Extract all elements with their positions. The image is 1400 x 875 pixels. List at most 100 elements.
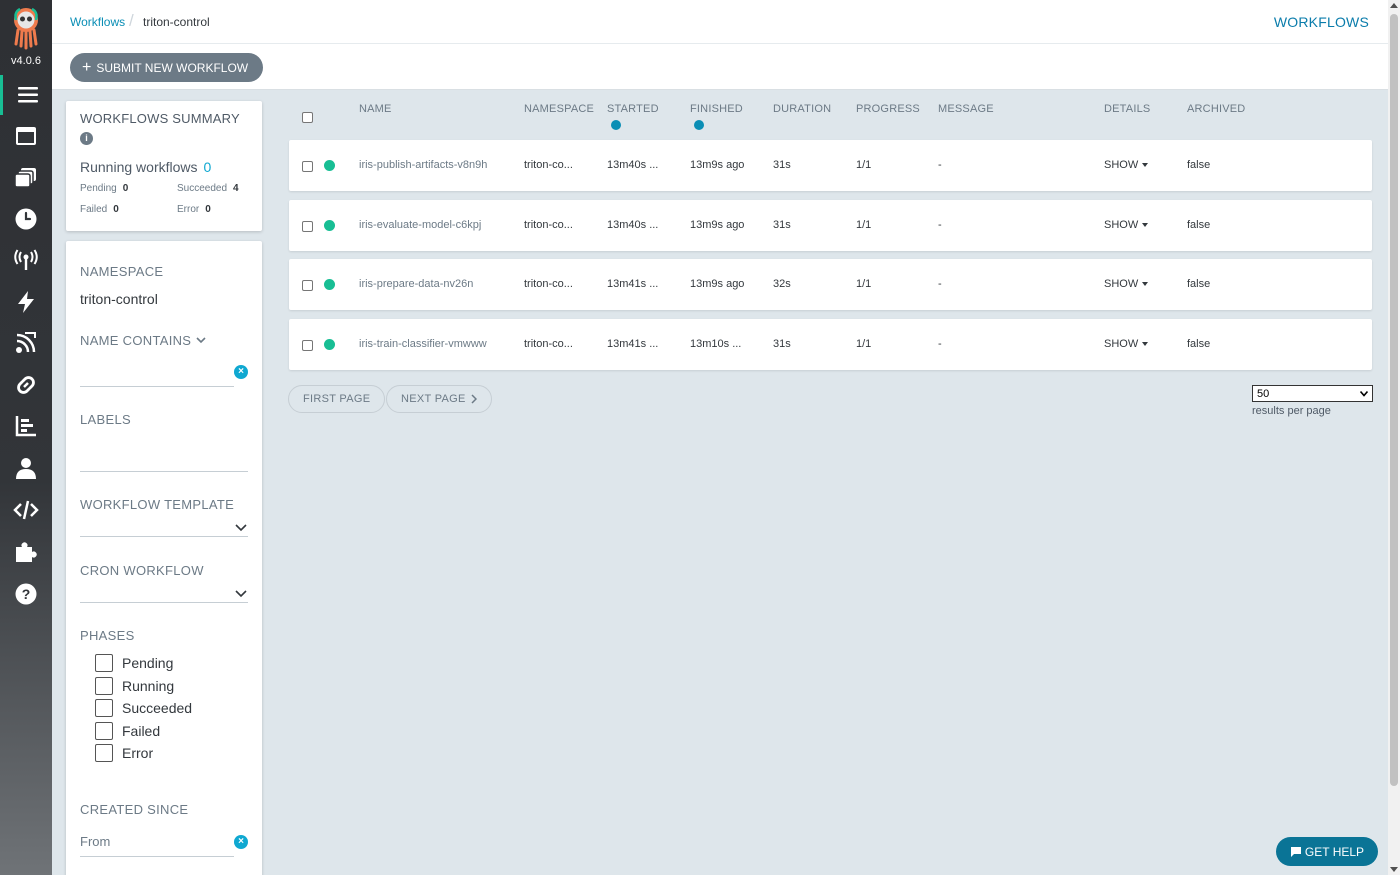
namespace-value[interactable]: triton-control [80,291,158,307]
workflow-progress: 1/1 [856,159,872,171]
workflow-name[interactable]: iris-publish-artifacts-v8n9h [359,159,487,171]
scrollbar[interactable] [1388,0,1400,875]
workflow-name[interactable]: iris-train-classifier-vmwww [359,338,487,350]
running-workflows: Running workflows 0 [80,159,211,175]
table-row[interactable]: iris-train-classifier-vmwww triton-co...… [289,319,1372,370]
nav-api-docs[interactable] [0,490,52,530]
workflow-name[interactable]: iris-evaluate-model-c6kpj [359,219,481,231]
workflow-finished: 13m9s ago [690,219,745,231]
column-header-progress[interactable]: PROGRESS [856,103,920,115]
phase-checkbox-succeeded[interactable]: Succeeded [95,699,192,717]
breadcrumb-workflows-link[interactable]: Workflows [70,15,125,29]
workflow-message: - [938,278,942,290]
scroll-down-arrow-icon[interactable] [1390,867,1398,872]
nav-reports[interactable] [0,406,52,446]
row-checkbox[interactable] [302,280,313,291]
column-header-finished[interactable]: FINISHED [690,103,743,115]
workflow-message: - [938,159,942,171]
side-nav: v4.0.6 ? [0,0,52,875]
info-icon[interactable]: i [80,132,93,145]
nav-cron-workflows[interactable] [0,199,52,239]
clock-icon[interactable] [611,120,621,130]
column-header-started[interactable]: STARTED [607,103,659,115]
nav-workflow-templates[interactable] [0,116,52,156]
first-page-button[interactable]: FIRST PAGE [288,385,386,413]
workflow-duration: 31s [773,338,791,350]
row-checkbox[interactable] [302,221,313,232]
show-details-toggle[interactable]: SHOW [1104,159,1149,171]
nav-cluster-templates[interactable] [0,158,52,198]
select-all-checkbox[interactable] [302,112,313,123]
workflow-templates-icon [16,127,36,145]
toolbar: + SUBMIT NEW WORKFLOW [52,44,1388,90]
caret-down-icon [1142,223,1149,227]
phase-checkbox-failed[interactable]: Failed [95,722,160,740]
labels-input[interactable] [80,448,248,472]
phase-checkbox-error[interactable]: Error [95,744,153,762]
row-checkbox[interactable] [302,161,313,172]
workflow-namespace: triton-co... [524,159,573,171]
nav-workflows[interactable] [0,75,52,115]
workflows-icon [17,87,38,103]
nav-event-flow[interactable] [0,323,52,363]
clear-name-icon[interactable]: × [234,365,248,379]
clock-icon[interactable] [694,120,704,130]
caret-down-icon [1142,282,1149,286]
show-details-toggle[interactable]: SHOW [1104,278,1149,290]
breadcrumb-current: triton-control [143,15,210,29]
next-page-label: NEXT PAGE [401,393,466,405]
filters-panel: NAMESPACE triton-control NAME CONTAINS ×… [66,241,262,875]
app-version: v4.0.6 [11,55,41,67]
argo-logo-icon[interactable] [10,6,42,52]
cron-workflow-select[interactable] [80,579,248,603]
chat-icon [1290,846,1301,857]
next-page-button[interactable]: NEXT PAGE [386,385,492,413]
table-row[interactable]: iris-prepare-data-nv26n triton-co... 13m… [289,259,1372,310]
phase-label: Succeeded [122,700,193,716]
phase-checkbox-pending[interactable]: Pending [95,654,173,672]
chevron-down-icon[interactable] [235,524,247,532]
table-row[interactable]: iris-evaluate-model-c6kpj triton-co... 1… [289,200,1372,251]
nav-sensors[interactable] [0,282,52,322]
column-header-duration[interactable]: DURATION [773,103,831,115]
name-contains-input[interactable] [80,363,234,387]
nav-help[interactable]: ? [0,574,52,614]
phases-label: PHASES [80,628,135,643]
phase-checkbox-running[interactable]: Running [95,677,174,695]
labels-label: LABELS [80,412,131,427]
column-header-message[interactable]: MESSAGE [938,103,994,115]
checkbox[interactable] [95,677,113,695]
pending-label: Pending [80,183,117,194]
chevron-down-icon[interactable] [235,590,247,598]
name-contains-text: NAME CONTAINS [80,333,192,348]
scroll-up-arrow-icon[interactable] [1390,3,1398,8]
workflow-duration: 32s [773,278,791,290]
results-per-page-select[interactable]: 50 [1252,385,1373,402]
column-header-name[interactable]: NAME [359,103,392,115]
checkbox[interactable] [95,654,113,672]
table-row[interactable]: iris-publish-artifacts-v8n9h triton-co..… [289,140,1372,191]
workflow-template-select[interactable] [80,513,248,537]
nav-event-sources[interactable] [0,240,52,280]
from-date-underline[interactable] [80,833,234,857]
nav-archived-workflows[interactable] [0,365,52,405]
show-details-toggle[interactable]: SHOW [1104,219,1149,231]
checkbox[interactable] [95,722,113,740]
reports-icon [15,416,36,437]
workflow-name[interactable]: iris-prepare-data-nv26n [359,278,473,290]
submit-new-workflow-button[interactable]: + SUBMIT NEW WORKFLOW [70,53,264,82]
nav-user[interactable] [0,448,52,488]
column-header-namespace[interactable]: NAMESPACE [524,103,594,115]
checkbox[interactable] [95,699,113,717]
nav-plugins[interactable] [0,532,52,572]
get-help-button[interactable]: GET HELP [1276,837,1378,866]
caret-down-icon [1142,163,1149,167]
show-details-toggle[interactable]: SHOW [1104,338,1149,350]
success-status-icon [324,220,335,231]
checkbox[interactable] [95,744,113,762]
results-per-page-label: results per page [1252,405,1331,417]
scrollbar-thumb[interactable] [1390,14,1398,786]
row-checkbox[interactable] [302,340,313,351]
clear-date-icon[interactable]: × [234,835,248,849]
name-contains-label[interactable]: NAME CONTAINS [80,333,206,348]
